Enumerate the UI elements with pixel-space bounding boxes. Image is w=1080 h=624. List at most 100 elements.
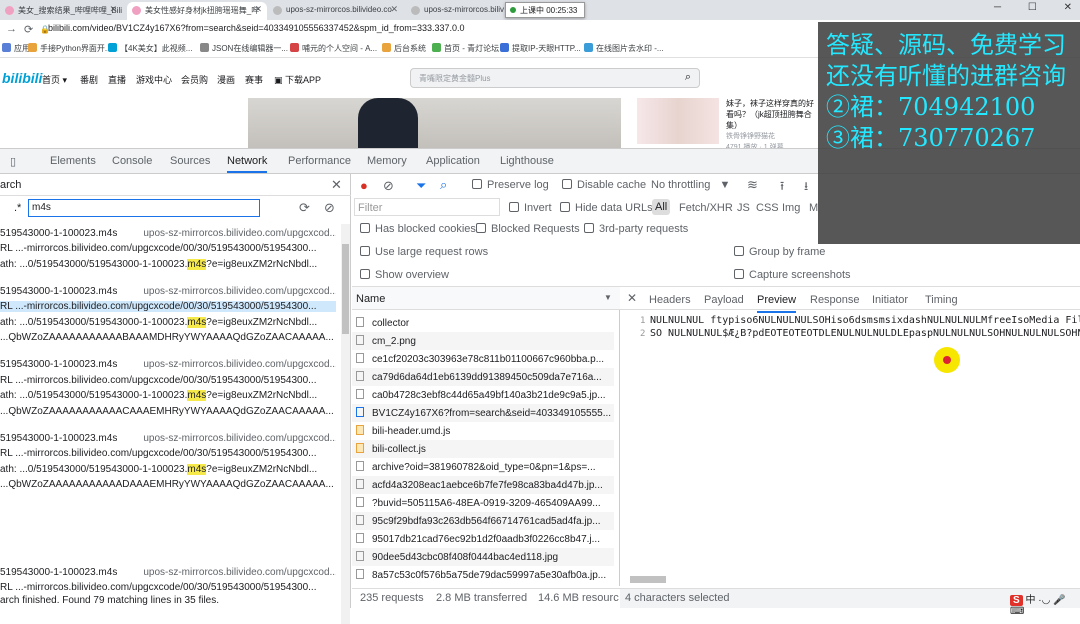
- site-nav-item[interactable]: 首页 ▾: [42, 73, 67, 86]
- search-result-line[interactable]: RL ...-mirrorcos.bilivideo.com/upgcxcode…: [0, 448, 336, 459]
- throttling-select[interactable]: No throttling ▼: [651, 179, 730, 191]
- close-tab-icon[interactable]: ✕: [254, 4, 262, 15]
- refresh-icon[interactable]: ⟳: [299, 200, 310, 216]
- tab-timing[interactable]: Timing: [925, 294, 958, 306]
- group-by-frame-checkbox[interactable]: Group by frame: [734, 246, 825, 258]
- tab-headers[interactable]: Headers: [649, 294, 691, 306]
- search-result-file[interactable]: 519543000-1-100023.m4s upos-sz-mirrorcos.…: [0, 359, 336, 370]
- bookmark-item[interactable]: 在线图片去水印 -...: [584, 43, 664, 54]
- tab-memory[interactable]: Memory: [367, 155, 407, 167]
- site-search-input[interactable]: 青嘴限定黄金髓Plus ⌕: [410, 68, 700, 88]
- window-controls[interactable]: ─ ☐ ✕: [994, 2, 1072, 13]
- regex-toggle[interactable]: .*: [14, 202, 21, 214]
- filter-input[interactable]: Filter: [354, 198, 500, 216]
- preview-line[interactable]: NULNULNUL ftypiso6NULNULNULSOHiso6dsmsms…: [650, 315, 1080, 326]
- search-result-line[interactable]: RL ...-mirrorcos.bilivideo.com/upgcxcode…: [0, 243, 336, 254]
- tab-payload[interactable]: Payload: [704, 294, 744, 306]
- close-tab-icon[interactable]: ✕: [109, 4, 117, 15]
- request-row[interactable]: 90dee5d43cbc08f408f0444bac4ed118.jpg: [352, 548, 614, 566]
- request-row[interactable]: ?buvid=505115A6-48EA-0919-3209-465409AA9…: [352, 494, 614, 512]
- video-player[interactable]: [248, 98, 621, 148]
- search-result-line[interactable]: ...QbWZoZAAAAAAAAAAACAAAEMHRyYWYAAAAQdGZ…: [0, 406, 336, 417]
- site-nav-item[interactable]: 番剧: [80, 73, 98, 86]
- forward-arrow-icon[interactable]: →: [6, 23, 17, 35]
- wifi-settings-icon[interactable]: ≋: [747, 177, 758, 193]
- request-row[interactable]: 95c9f29bdfa93c263db564f66714761cad5ad4fa…: [352, 512, 614, 530]
- capture-screenshots-checkbox[interactable]: Capture screenshots: [734, 269, 851, 281]
- search-result-line[interactable]: RL ...-mirrorcos.bilivideo.com/upgcxcode…: [0, 582, 336, 593]
- search-results-scrollbar[interactable]: [341, 224, 350, 624]
- site-nav-item[interactable]: 游戏中心: [136, 73, 172, 86]
- preserve-log-checkbox[interactable]: Preserve log: [472, 179, 549, 191]
- request-row[interactable]: 95017db21cad76ec92b1d2f0aadb3f0226cc8b47…: [352, 530, 614, 548]
- search-result-line[interactable]: ath: ...0/519543000/519543000-1-100023.m…: [0, 390, 336, 401]
- search-result-line[interactable]: ...QbWZoZAAAAAAAAAAABAAAMDHRyYWYAAAAQdGZ…: [0, 332, 336, 343]
- recommended-video-author[interactable]: 铁骨铮铮野猫花: [726, 131, 820, 142]
- request-row[interactable]: cm_2.png: [352, 332, 614, 350]
- site-nav-item[interactable]: 直播: [108, 73, 126, 86]
- device-toggle-icon[interactable]: ▯: [10, 155, 16, 168]
- blocked-cookies-checkbox[interactable]: Has blocked cookies: [360, 223, 476, 235]
- bookmark-item[interactable]: 手接Python界面开...: [28, 43, 112, 54]
- request-row[interactable]: bili-collect.js: [352, 440, 614, 458]
- tab-elements[interactable]: Elements: [50, 155, 96, 167]
- bookmark-item[interactable]: 首页 - 青灯论坛: [432, 43, 499, 54]
- recommended-video-thumbnail[interactable]: [637, 98, 719, 144]
- bookmark-item[interactable]: JSON在线编辑器一...: [200, 43, 288, 54]
- bookmark-item[interactable]: 【4K美女】此视频...: [108, 43, 192, 54]
- close-icon[interactable]: ✕: [331, 177, 342, 193]
- hide-data-urls-checkbox[interactable]: Hide data URLs: [560, 202, 653, 214]
- recommended-video-title[interactable]: 妹子，袜子这样穿真的好看吗？（jk超顶扭胯舞合集）: [726, 98, 820, 131]
- browser-tab-active[interactable]: 美女性感好身材jk扭胯瑶瑶舞_哔 ✕: [127, 2, 267, 20]
- bookmark-item[interactable]: 提取IP-天眼HTTP...: [500, 43, 581, 54]
- search-result-file[interactable]: 519543000-1-100023.m4s upos-sz-mirrorcos.…: [0, 567, 336, 578]
- search-result-file[interactable]: 519543000-1-100023.m4s upos-sz-mirrorcos.…: [0, 433, 336, 444]
- disable-cache-checkbox[interactable]: Disable cache: [562, 179, 646, 191]
- search-input[interactable]: m4s: [28, 199, 260, 217]
- request-row[interactable]: 8a57c53c0f576b5a75de79dac59997a5e30afb0a…: [352, 566, 614, 584]
- bookmark-item[interactable]: 后台系统: [382, 43, 426, 54]
- clear-log-icon[interactable]: ⊘: [383, 178, 394, 194]
- request-row[interactable]: BV1CZ4y167X6?from=search&seid=4033491055…: [352, 404, 614, 422]
- type-filter-css[interactable]: CSS: [756, 202, 779, 214]
- preview-line[interactable]: SO NULNULNUL$Æ¿B?pdEOTEOTEOTDLENULNULNUL…: [650, 328, 1080, 339]
- recommended-video-info[interactable]: 妹子，袜子这样穿真的好看吗？（jk超顶扭胯舞合集） 铁骨铮铮野猫花 4791 播…: [726, 98, 820, 153]
- tab-lighthouse[interactable]: Lighthouse: [500, 155, 554, 167]
- reload-icon[interactable]: ⟳: [24, 23, 33, 36]
- browser-tab[interactable]: upos-sz-mirrorcos.bilivid: [406, 2, 504, 20]
- search-result-file[interactable]: 519543000-1-100023.m4s upos-sz-mirrorcos.…: [0, 228, 336, 239]
- filter-icon[interactable]: ⏷: [416, 178, 426, 194]
- request-row[interactable]: bili-header.umd.js: [352, 422, 614, 440]
- browser-tab[interactable]: 美女_搜索结果_哔哩哔哩_Bilib ✕: [0, 2, 122, 20]
- search-result-line[interactable]: ath: ...0/519543000/519543000-1-100023.m…: [0, 259, 336, 270]
- third-party-checkbox[interactable]: 3rd-party requests: [584, 223, 688, 235]
- tab-preview[interactable]: Preview: [757, 294, 797, 313]
- site-nav-item[interactable]: 赛事: [245, 73, 263, 86]
- tab-application[interactable]: Application: [426, 155, 480, 167]
- tab-console[interactable]: Console: [112, 155, 152, 167]
- request-row[interactable]: ca79d6da64d1eb6139dd91389450c509da7e716a…: [352, 368, 614, 386]
- url-field[interactable]: bilibili.com/video/BV1CZ4y167X6?from=sea…: [48, 23, 465, 38]
- search-result-file[interactable]: 519543000-1-100023.m4s upos-sz-mirrorcos.…: [0, 286, 336, 297]
- search-result-line[interactable]: RL ...-mirrorcos.bilivideo.com/upgcxcode…: [0, 375, 336, 386]
- bilibili-logo[interactable]: bilibili: [2, 70, 42, 86]
- clear-icon[interactable]: ⊘: [324, 200, 335, 216]
- close-details-icon[interactable]: ✕: [627, 291, 637, 305]
- horizontal-scrollbar[interactable]: [630, 576, 666, 583]
- search-result-line[interactable]: ...QbWZoZAAAAAAAAAAADAAAEMHRyYWYAAAAQdGZ…: [0, 479, 336, 490]
- download-icon[interactable]: ⭳: [804, 177, 808, 198]
- bookmark-item[interactable]: 哺元的个人空间 - A...: [290, 43, 377, 54]
- search-icon[interactable]: ⌕: [685, 71, 691, 84]
- request-row[interactable]: ca0b4728c3ebf8c44d65a49bf140a3b21de9c9a5…: [352, 386, 614, 404]
- show-overview-checkbox[interactable]: Show overview: [360, 269, 449, 281]
- record-icon[interactable]: ●: [360, 178, 368, 193]
- bookmark-item[interactable]: 应用: [2, 43, 30, 54]
- name-column-header[interactable]: Name ▼: [352, 286, 620, 310]
- tab-sources[interactable]: Sources: [170, 155, 210, 167]
- type-filter-img[interactable]: Img: [782, 202, 800, 214]
- type-filter-xhr[interactable]: Fetch/XHR: [679, 202, 733, 214]
- search-result-line[interactable]: ath: ...0/519543000/519543000-1-100023.m…: [0, 317, 336, 328]
- upload-icon[interactable]: ⭱: [780, 177, 784, 198]
- invert-checkbox[interactable]: Invert: [509, 202, 552, 214]
- large-rows-checkbox[interactable]: Use large request rows: [360, 246, 488, 258]
